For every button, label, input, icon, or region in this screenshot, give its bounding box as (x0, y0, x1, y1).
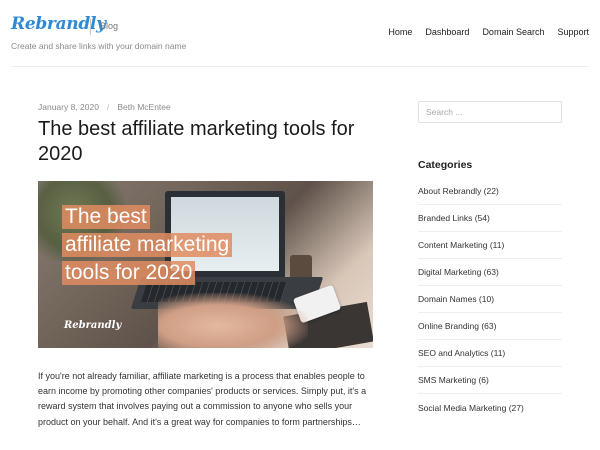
post-hero-image[interactable]: The best affiliate marketing tools for 2… (38, 181, 373, 348)
hero-overlay-line-2: affiliate marketing (62, 233, 233, 257)
list-item: Digital Marketing (63) (418, 259, 562, 286)
main-nav: Home Dashboard Domain Search Support (388, 27, 589, 37)
list-item: Domain Names (10) (418, 286, 562, 313)
site-header: Rebrandly Blog Create and share links wi… (0, 0, 600, 66)
list-item: Online Branding (63) (418, 313, 562, 340)
hero-overlay-line-1: The best (62, 205, 150, 229)
categories-heading: Categories (418, 159, 473, 171)
list-item: Social Media Marketing (27) (418, 394, 562, 421)
category-link[interactable]: Digital Marketing (63) (418, 267, 499, 277)
hero-cup (290, 255, 312, 279)
hero-overlay-line-3: tools for 2020 (62, 261, 196, 285)
logo-divider (90, 19, 91, 35)
category-link[interactable]: SEO and Analytics (11) (418, 348, 505, 358)
post-title[interactable]: The best affiliate marketing tools for 2… (38, 117, 388, 167)
category-link[interactable]: Content Marketing (11) (418, 240, 504, 250)
post-author-link[interactable]: Beth McEntee (117, 102, 170, 112)
header-divider (11, 66, 589, 67)
category-link[interactable]: Branded Links (54) (418, 213, 490, 223)
list-item: Content Marketing (11) (418, 232, 562, 259)
category-link[interactable]: Domain Names (10) (418, 294, 494, 304)
list-item: Branded Links (54) (418, 205, 562, 232)
category-link[interactable]: About Rebrandly (22) (418, 186, 499, 196)
nav-support[interactable]: Support (557, 27, 589, 37)
post-excerpt: If you're not already familiar, affiliat… (38, 371, 367, 427)
blog-section-label: Blog (100, 21, 119, 31)
category-link[interactable]: Online Branding (63) (418, 321, 496, 331)
hero-brand-watermark: Rebrandly (64, 320, 122, 331)
nav-home[interactable]: Home (388, 27, 412, 37)
rebrandly-logo[interactable]: Rebrandly (11, 14, 106, 34)
meta-separator: / (106, 102, 110, 112)
list-item: SMS Marketing (6) (418, 367, 562, 394)
search-input[interactable] (418, 101, 562, 123)
category-link[interactable]: Social Media Marketing (27) (418, 403, 524, 413)
post-date: January 8, 2020 (38, 102, 99, 112)
nav-dashboard[interactable]: Dashboard (425, 27, 469, 37)
list-item: SEO and Analytics (11) (418, 340, 562, 367)
post-meta: January 8, 2020 / Beth McEntee (38, 102, 171, 112)
site-tagline: Create and share links with your domain … (11, 41, 187, 51)
list-item: About Rebrandly (22) (418, 178, 562, 205)
hero-hands (158, 293, 308, 348)
categories-list: About Rebrandly (22) Branded Links (54) … (418, 178, 562, 421)
nav-domain-search[interactable]: Domain Search (482, 27, 544, 37)
category-link[interactable]: SMS Marketing (6) (418, 375, 489, 385)
